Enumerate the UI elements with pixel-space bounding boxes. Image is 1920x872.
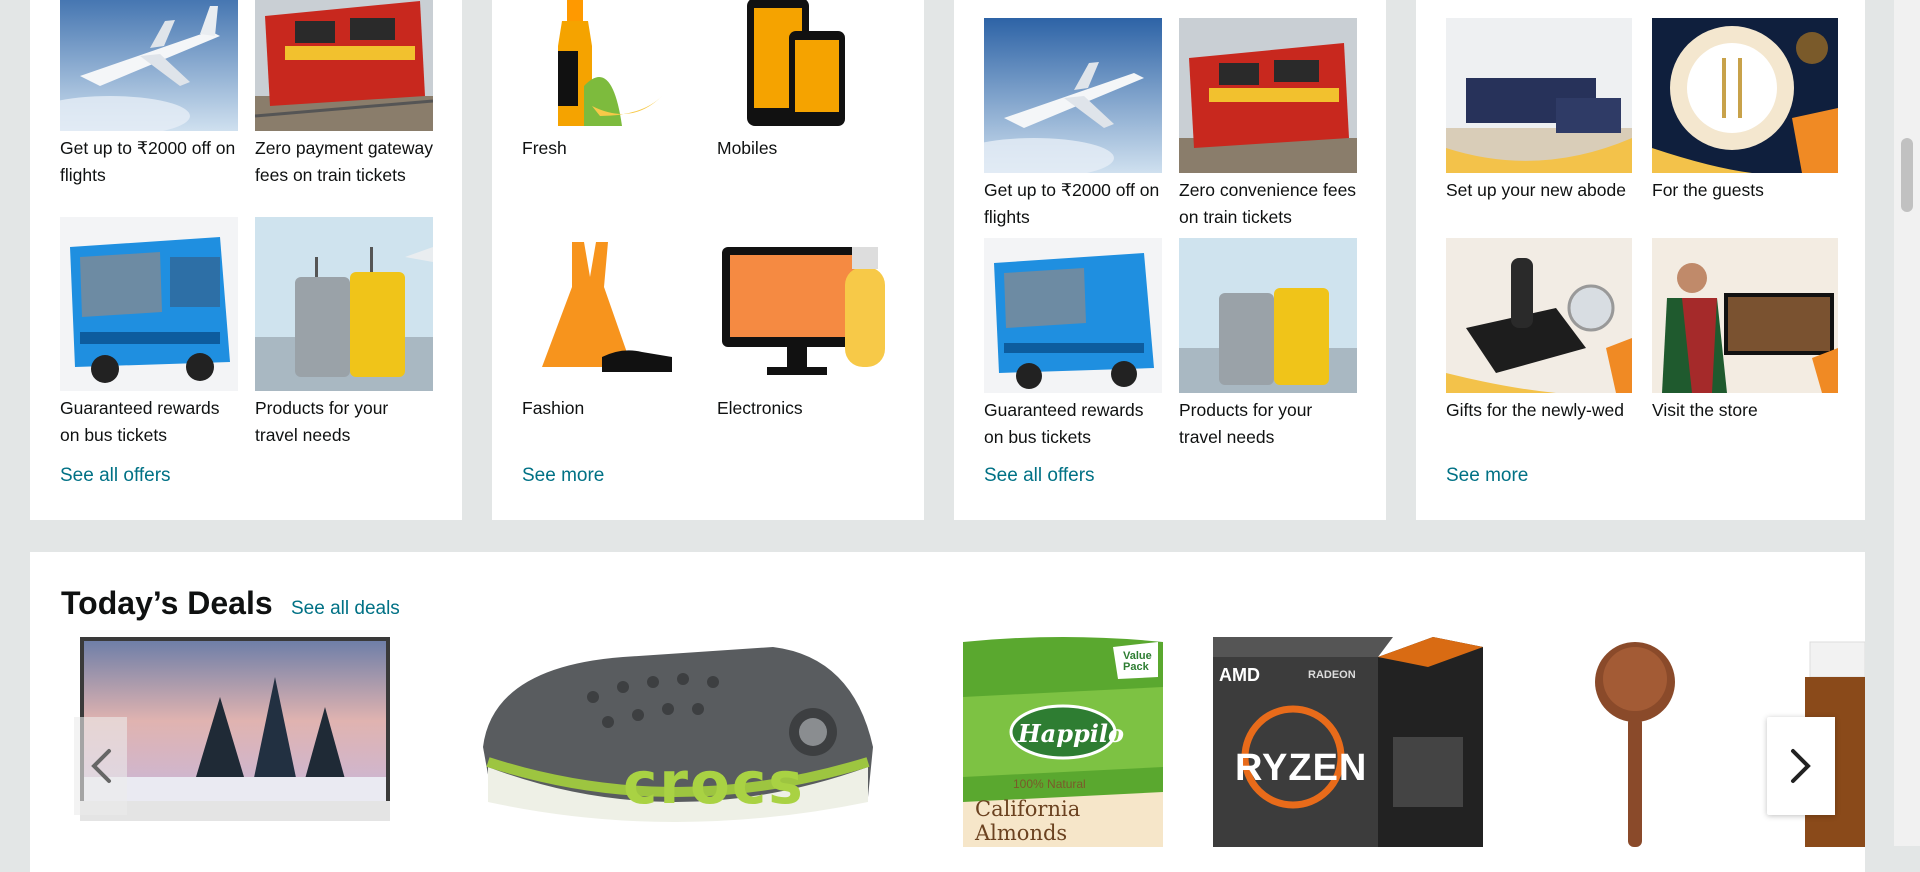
tile-fresh[interactable]: Fresh xyxy=(522,0,700,162)
carousel-prev-button[interactable] xyxy=(74,717,127,815)
brand-text: AMD xyxy=(1219,665,1260,685)
tile-mobiles[interactable]: Mobiles xyxy=(717,0,895,162)
see-all-offers-link[interactable]: See all offers xyxy=(984,465,1095,487)
bottle-bananas-icon xyxy=(522,0,700,131)
tile-caption: For the guests xyxy=(1652,180,1764,200)
tile-caption: Get up to ₹2000 off on flights xyxy=(60,138,236,185)
bus-photo xyxy=(984,238,1162,393)
airplane-photo xyxy=(984,18,1162,173)
train-photo xyxy=(255,0,433,131)
tile-caption: Mobiles xyxy=(717,138,778,158)
brand-text: Happilo xyxy=(1018,719,1125,748)
see-more-link[interactable]: See more xyxy=(1446,465,1528,487)
tile-fashion[interactable]: Fashion xyxy=(522,217,700,422)
see-all-deals-link[interactable]: See all deals xyxy=(291,598,400,620)
tile-newly-wed[interactable]: Gifts for the newly-wed xyxy=(1446,238,1632,424)
chevron-right-icon xyxy=(1791,749,1811,783)
tile-flights[interactable]: Get up to ₹2000 off on flights xyxy=(60,0,238,189)
dress-shoe-icon xyxy=(522,217,700,391)
trimmer-watch-photo xyxy=(1446,238,1632,393)
tile-new-abode[interactable]: Set up your new abode xyxy=(1446,18,1632,204)
tile-caption: Electronics xyxy=(717,398,803,418)
chevron-left-icon xyxy=(90,749,111,783)
travel-offers-card: Get up to ₹2000 off on flights Zero paym… xyxy=(30,0,462,520)
travel-offers-card-2: Get up to ₹2000 off on flights Zero conv… xyxy=(954,0,1386,520)
home-store-card: Set up your new abode For the guests Gif… xyxy=(1416,0,1865,520)
tile-caption: Products for your travel needs xyxy=(255,398,389,445)
tile-luggage[interactable]: Products for your travel needs xyxy=(255,217,433,449)
tile-train[interactable]: Zero convenience fees on train tickets xyxy=(1179,18,1357,231)
see-all-offers-link[interactable]: See all offers xyxy=(60,465,171,487)
pack-subtitle: 100% Natural xyxy=(1013,777,1086,791)
bus-photo xyxy=(60,217,238,391)
tile-caption: Gifts for the newly-wed xyxy=(1446,400,1624,420)
dinnerware-photo xyxy=(1652,18,1838,173)
tile-caption: Guaranteed rewards on bus tickets xyxy=(984,400,1144,447)
tile-visit-store[interactable]: Visit the store xyxy=(1652,238,1838,424)
sub-brand-text: RADEON xyxy=(1308,669,1356,681)
deal-item[interactable]: AMD RYZEN RADEON xyxy=(1213,637,1483,847)
page-scrollbar[interactable] xyxy=(1894,0,1920,846)
todays-deals-section: Today’s Deals See all deals crocs Value … xyxy=(30,552,1865,872)
tile-bus[interactable]: Guaranteed rewards on bus tickets xyxy=(60,217,238,449)
deal-item[interactable]: Value Pack Happilo 100% Natural Californ… xyxy=(963,637,1163,847)
phones-icon xyxy=(717,0,895,131)
tile-caption: Fresh xyxy=(522,138,567,158)
saree-tv-photo xyxy=(1652,238,1838,393)
brand-text: crocs xyxy=(623,749,805,817)
monitor-usb-icon xyxy=(717,217,895,391)
deal-item[interactable] xyxy=(1565,637,1705,847)
pack-badge: Value Pack xyxy=(1123,650,1152,673)
airplane-photo xyxy=(60,0,238,131)
carousel-next-button[interactable] xyxy=(1767,717,1835,815)
pack-product: California Almonds xyxy=(975,797,1081,845)
tile-caption: Guaranteed rewards on bus tickets xyxy=(60,398,220,445)
scrollbar-thumb[interactable] xyxy=(1901,138,1913,212)
tile-caption: Zero convenience fees on train tickets xyxy=(1179,180,1357,227)
tile-caption: Fashion xyxy=(522,398,585,418)
tile-train[interactable]: Zero payment gateway fees on train ticke… xyxy=(255,0,433,189)
tile-guests[interactable]: For the guests xyxy=(1652,18,1838,204)
tile-caption: Get up to ₹2000 off on flights xyxy=(984,180,1160,227)
tile-flights[interactable]: Get up to ₹2000 off on flights xyxy=(984,18,1162,231)
sofa-photo xyxy=(1446,18,1632,173)
tile-bus[interactable]: Guaranteed rewards on bus tickets xyxy=(984,238,1162,451)
train-photo xyxy=(1179,18,1357,173)
categories-card: Fresh Mobiles Fashion Electronics See mo… xyxy=(492,0,924,520)
deal-item[interactable]: crocs xyxy=(473,637,873,847)
tile-electronics[interactable]: Electronics xyxy=(717,217,895,422)
see-more-link[interactable]: See more xyxy=(522,465,604,487)
luggage-photo xyxy=(255,217,433,391)
tile-caption: Zero payment gateway fees on train ticke… xyxy=(255,138,433,185)
luggage-photo xyxy=(1179,238,1357,393)
tile-caption: Visit the store xyxy=(1652,400,1758,420)
product-text: RYZEN xyxy=(1235,747,1368,789)
tile-luggage[interactable]: Products for your travel needs xyxy=(1179,238,1357,451)
tile-caption: Products for your travel needs xyxy=(1179,400,1313,447)
section-title: Today’s Deals xyxy=(61,585,273,621)
wooden-spoon-photo xyxy=(1565,637,1705,847)
tile-caption: Set up your new abode xyxy=(1446,180,1626,200)
